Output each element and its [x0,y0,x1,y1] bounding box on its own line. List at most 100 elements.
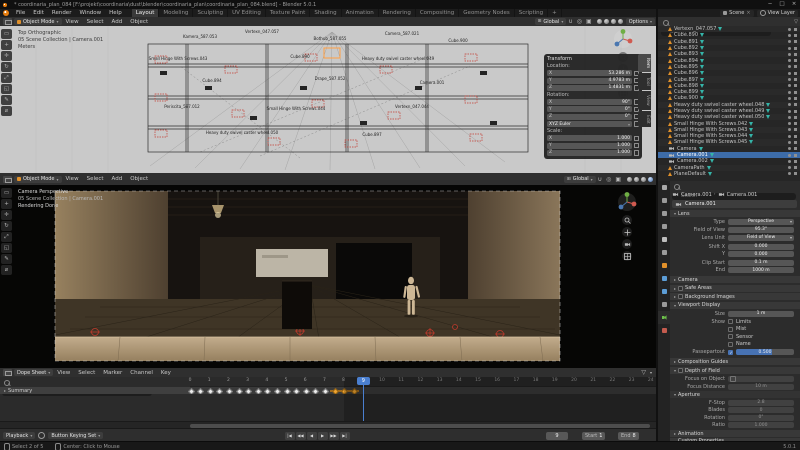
blender-menu-icon[interactable] [3,10,9,16]
rotation-z-field[interactable]: Z 0° [547,113,639,120]
properties-tab-physics[interactable] [658,285,670,298]
menu-view[interactable]: View [53,370,74,376]
play-reverse-button[interactable]: ◀ [306,431,317,440]
composition-guides-panel-header[interactable]: Composition Guides [670,358,800,365]
transform-tool-icon[interactable]: ◱ [1,84,12,94]
clip-end-field[interactable]: 1000 m [728,267,794,273]
workspace-tab-sculpting[interactable]: Sculpting [193,9,229,17]
viewport-camera[interactable]: ▭ + ✛ ↻ ⤢ ◱ ✎ ⌀ Camera Perspective 05 Sc… [0,185,657,368]
limits-checkbox[interactable] [728,319,733,324]
menu-render[interactable]: Render [48,10,76,16]
display-size-field[interactable]: 1 m [728,310,794,317]
hide-viewport-icon[interactable] [788,71,791,75]
scale-x-field[interactable]: X 1.000 [547,135,639,142]
dof-rotation-field[interactable]: 0° [728,414,794,421]
rendered-shading-icon[interactable] [617,19,623,24]
workspace-tab-texture-paint[interactable]: Texture Paint [266,9,311,17]
transform-orientation-dropdown[interactable]: ⊞ Global [534,18,567,25]
disable-render-icon[interactable] [794,52,797,56]
hide-viewport-icon[interactable] [788,84,791,88]
disable-render-icon[interactable] [794,172,797,176]
outliner-filter-icon[interactable]: ▽ [792,19,800,25]
safe-areas-panel-header[interactable]: Safe Areas [670,284,800,292]
editor-type-icon[interactable] [3,18,12,25]
menu-add[interactable]: Add [108,19,127,25]
mist-checkbox[interactable] [728,326,733,332]
hide-viewport-icon[interactable] [788,166,791,170]
solid-shading-icon[interactable] [603,19,609,24]
camera-panel-header[interactable]: Camera [670,276,800,283]
disable-render-icon[interactable] [794,109,797,113]
scale-y-field[interactable]: Y 1.000 [547,142,639,149]
perspective-toggle-icon[interactable] [622,251,632,261]
rotate-tool-icon[interactable]: ↻ [1,221,12,231]
dof-checkbox[interactable] [678,368,684,373]
frame-start-field[interactable]: Start 1 [582,431,606,440]
disable-render-icon[interactable] [794,103,797,107]
properties-tab-world[interactable] [658,246,670,259]
hide-viewport-icon[interactable] [788,78,791,82]
properties-tab-object[interactable] [658,259,670,272]
snap-magnet-icon[interactable]: ∪ [596,176,604,183]
editor-type-icon[interactable] [3,175,12,183]
lock-icon[interactable] [634,135,639,142]
safe-areas-checkbox[interactable] [678,285,684,291]
dope-sheet[interactable]: ▸ Summary 012345678910111213141516171819… [0,377,657,421]
transform-orientation-dropdown[interactable]: ⊞ Global [563,175,596,183]
menu-view[interactable]: View [62,19,83,25]
scene-selector[interactable]: Scene × [720,9,754,17]
snap-magnet-icon[interactable]: ∪ [566,18,574,25]
wireframe-shading-icon[interactable] [627,176,632,182]
disable-render-icon[interactable] [794,33,797,37]
disable-render-icon[interactable] [794,65,797,69]
workspace-tab-geometry-nodes[interactable]: Geometry Nodes [459,9,515,17]
scale-tool-icon[interactable]: ⤢ [1,73,12,83]
workspace-tab-layout[interactable]: Layout [131,9,160,17]
properties-tab-tool[interactable] [658,181,670,194]
select-box-tool-icon[interactable]: ▭ [1,188,12,198]
minimize-button[interactable]: ─ [764,0,776,9]
n-panel-tab-item[interactable]: Item [638,54,651,73]
workspace-tab-uv-editing[interactable]: UV Editing [228,9,266,17]
viewport-display-panel-header[interactable]: Viewport Display [670,301,800,309]
hide-viewport-icon[interactable] [788,122,791,126]
menu-object[interactable]: Object [126,176,152,182]
disable-render-icon[interactable] [794,40,797,44]
disable-render-icon[interactable] [794,71,797,75]
mode-dropdown[interactable]: Object Mode [14,18,62,25]
disable-render-icon[interactable] [794,46,797,50]
hide-viewport-icon[interactable] [788,46,791,50]
rotation-mode-dropdown[interactable]: XYZ Euler [547,121,639,128]
jump-end-button[interactable]: ▶| [339,431,350,440]
ratio-field[interactable]: 1.000 [728,422,794,428]
hide-viewport-icon[interactable] [788,33,791,37]
axis-gizmo[interactable] [616,191,638,217]
close-button[interactable]: × [788,0,800,9]
location-x-field[interactable]: X 53.286 m [547,70,639,77]
wireframe-shading-icon[interactable] [596,19,602,24]
hide-viewport-icon[interactable] [788,153,791,157]
shading-mode-buttons[interactable] [626,176,654,182]
summary-channel[interactable]: ▸ Summary [0,387,190,394]
disable-render-icon[interactable] [794,78,797,82]
transform-tool-icon[interactable]: ◱ [1,243,12,253]
menu-channel[interactable]: Channel [126,370,157,376]
filter-icon[interactable]: ▽ [639,369,648,376]
rendered-shading-icon[interactable] [648,176,653,182]
disable-render-icon[interactable] [794,147,797,151]
proportional-editing-icon[interactable]: ◎ [575,18,584,25]
disable-render-icon[interactable] [794,122,797,126]
move-tool-icon[interactable]: ✛ [1,210,12,220]
workspace-tab-animation[interactable]: Animation [342,9,379,17]
workspace-tab-shading[interactable]: Shading [310,9,342,17]
annotate-tool-icon[interactable]: ✎ [1,254,12,264]
location-y-field[interactable]: Y 4.9783 m [547,77,639,84]
rotation-x-field[interactable]: X 90° [547,99,639,106]
current-frame-field[interactable]: 9 [546,431,568,440]
lock-icon[interactable] [634,142,639,149]
solid-shading-icon[interactable] [634,176,639,182]
lock-icon[interactable] [634,150,639,156]
menu-file[interactable]: File [12,10,29,16]
disable-render-icon[interactable] [794,84,797,88]
hide-viewport-icon[interactable] [788,172,791,176]
